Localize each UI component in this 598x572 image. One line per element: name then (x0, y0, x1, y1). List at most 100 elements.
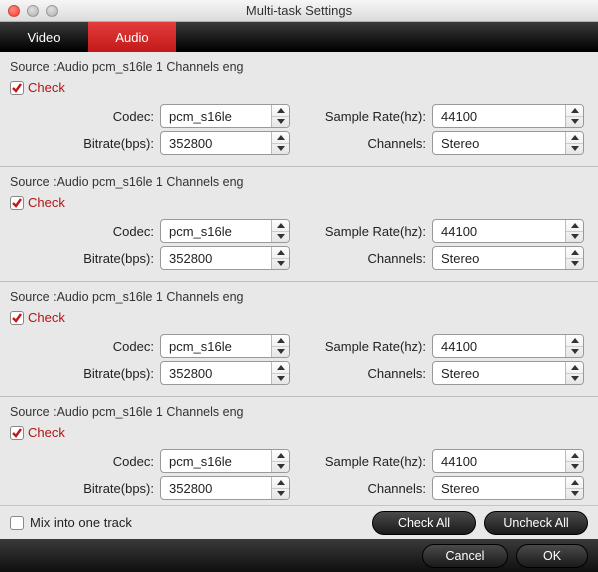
samplerate-select-stepper[interactable] (565, 220, 583, 242)
chevron-up-icon[interactable] (566, 220, 583, 232)
codec-select[interactable]: pcm_s16le (160, 219, 290, 243)
chevron-down-icon[interactable] (272, 489, 289, 500)
chevron-up-icon[interactable] (272, 450, 289, 462)
mix-into-one-track[interactable]: Mix into one track (10, 515, 132, 530)
chevron-down-icon[interactable] (566, 489, 583, 500)
codec-select-value[interactable]: pcm_s16le (161, 454, 271, 469)
channels-select[interactable]: Stereo (432, 361, 584, 385)
footer-options: Mix into one track Check All Uncheck All (0, 505, 598, 539)
bitrate-select-stepper[interactable] (271, 132, 289, 154)
chevron-up-icon[interactable] (566, 477, 583, 489)
uncheck-all-button[interactable]: Uncheck All (484, 511, 588, 535)
codec-select-stepper[interactable] (271, 335, 289, 357)
chevron-down-icon[interactable] (566, 462, 583, 473)
samplerate-select-stepper[interactable] (565, 335, 583, 357)
bitrate-select[interactable]: 352800 (160, 476, 290, 500)
channels-select-value[interactable]: Stereo (433, 481, 565, 496)
samplerate-select[interactable]: 44100 (432, 334, 584, 358)
channels-select-value[interactable]: Stereo (433, 136, 565, 151)
channels-select[interactable]: Stereo (432, 246, 584, 270)
chevron-up-icon[interactable] (272, 335, 289, 347)
tab-video[interactable]: Video (0, 22, 88, 52)
chevron-up-icon[interactable] (566, 132, 583, 144)
samplerate-select[interactable]: 44100 (432, 449, 584, 473)
chevron-down-icon[interactable] (272, 462, 289, 473)
track-check[interactable] (10, 196, 24, 210)
codec-select-stepper[interactable] (271, 220, 289, 242)
chevron-down-icon[interactable] (566, 117, 583, 128)
track-check[interactable] (10, 81, 24, 95)
samplerate-select-value[interactable]: 44100 (433, 224, 565, 239)
bitrate-select[interactable]: 352800 (160, 246, 290, 270)
chevron-down-icon[interactable] (272, 144, 289, 155)
chevron-up-icon[interactable] (272, 220, 289, 232)
codec-select-stepper[interactable] (271, 105, 289, 127)
samplerate-select[interactable]: 44100 (432, 219, 584, 243)
chevron-up-icon[interactable] (566, 450, 583, 462)
chevron-down-icon[interactable] (272, 347, 289, 358)
chevron-down-icon[interactable] (566, 347, 583, 358)
samplerate-select-value[interactable]: 44100 (433, 454, 565, 469)
chevron-up-icon[interactable] (272, 362, 289, 374)
cancel-button[interactable]: Cancel (422, 544, 508, 568)
channels-select-stepper[interactable] (565, 247, 583, 269)
codec-select-stepper[interactable] (271, 450, 289, 472)
bitrate-select-value[interactable]: 352800 (161, 251, 271, 266)
chevron-down-icon[interactable] (566, 144, 583, 155)
track-check[interactable] (10, 426, 24, 440)
bitrate-select[interactable]: 352800 (160, 131, 290, 155)
chevron-down-icon[interactable] (566, 259, 583, 270)
channels-select-stepper[interactable] (565, 362, 583, 384)
chevron-up-icon[interactable] (272, 247, 289, 259)
chevron-up-icon[interactable] (272, 132, 289, 144)
bitrate-label: Bitrate(bps): (10, 481, 160, 496)
tab-bar: Video Audio (0, 22, 598, 52)
chevron-down-icon[interactable] (272, 117, 289, 128)
samplerate-select-value[interactable]: 44100 (433, 109, 565, 124)
tab-audio[interactable]: Audio (88, 22, 176, 52)
chevron-up-icon[interactable] (566, 335, 583, 347)
chevron-down-icon[interactable] (566, 232, 583, 243)
codec-select[interactable]: pcm_s16le (160, 334, 290, 358)
bitrate-select-value[interactable]: 352800 (161, 481, 271, 496)
chevron-up-icon[interactable] (566, 105, 583, 117)
channels-select-value[interactable]: Stereo (433, 366, 565, 381)
bitrate-select-stepper[interactable] (271, 247, 289, 269)
channels-select[interactable]: Stereo (432, 131, 584, 155)
source-line: Source :Audio pcm_s16le 1 Channels eng (10, 173, 588, 193)
chevron-up-icon[interactable] (566, 247, 583, 259)
chevron-down-icon[interactable] (272, 259, 289, 270)
channels-select[interactable]: Stereo (432, 476, 584, 500)
ok-button[interactable]: OK (516, 544, 588, 568)
check-all-button[interactable]: Check All (372, 511, 476, 535)
channels-select-value[interactable]: Stereo (433, 251, 565, 266)
codec-select[interactable]: pcm_s16le (160, 104, 290, 128)
check-label: Check (28, 310, 65, 325)
samplerate-select-stepper[interactable] (565, 105, 583, 127)
codec-select-value[interactable]: pcm_s16le (161, 109, 271, 124)
channels-select-stepper[interactable] (565, 477, 583, 499)
samplerate-select-value[interactable]: 44100 (433, 339, 565, 354)
chevron-up-icon[interactable] (272, 105, 289, 117)
codec-select-value[interactable]: pcm_s16le (161, 339, 271, 354)
bitrate-select-stepper[interactable] (271, 477, 289, 499)
track-check[interactable] (10, 311, 24, 325)
track-list: Source :Audio pcm_s16le 1 Channels eng Ch… (0, 52, 598, 505)
channels-label: Channels: (324, 251, 432, 266)
mix-checkbox[interactable] (10, 516, 24, 530)
bitrate-select-value[interactable]: 352800 (161, 366, 271, 381)
chevron-down-icon[interactable] (566, 374, 583, 385)
chevron-down-icon[interactable] (272, 374, 289, 385)
chevron-down-icon[interactable] (272, 232, 289, 243)
chevron-up-icon[interactable] (272, 477, 289, 489)
samplerate-select[interactable]: 44100 (432, 104, 584, 128)
bitrate-select-stepper[interactable] (271, 362, 289, 384)
codec-select[interactable]: pcm_s16le (160, 449, 290, 473)
samplerate-select-stepper[interactable] (565, 450, 583, 472)
codec-select-value[interactable]: pcm_s16le (161, 224, 271, 239)
channels-select-stepper[interactable] (565, 132, 583, 154)
samplerate-label: Sample Rate(hz): (324, 109, 432, 124)
bitrate-select[interactable]: 352800 (160, 361, 290, 385)
bitrate-select-value[interactable]: 352800 (161, 136, 271, 151)
chevron-up-icon[interactable] (566, 362, 583, 374)
